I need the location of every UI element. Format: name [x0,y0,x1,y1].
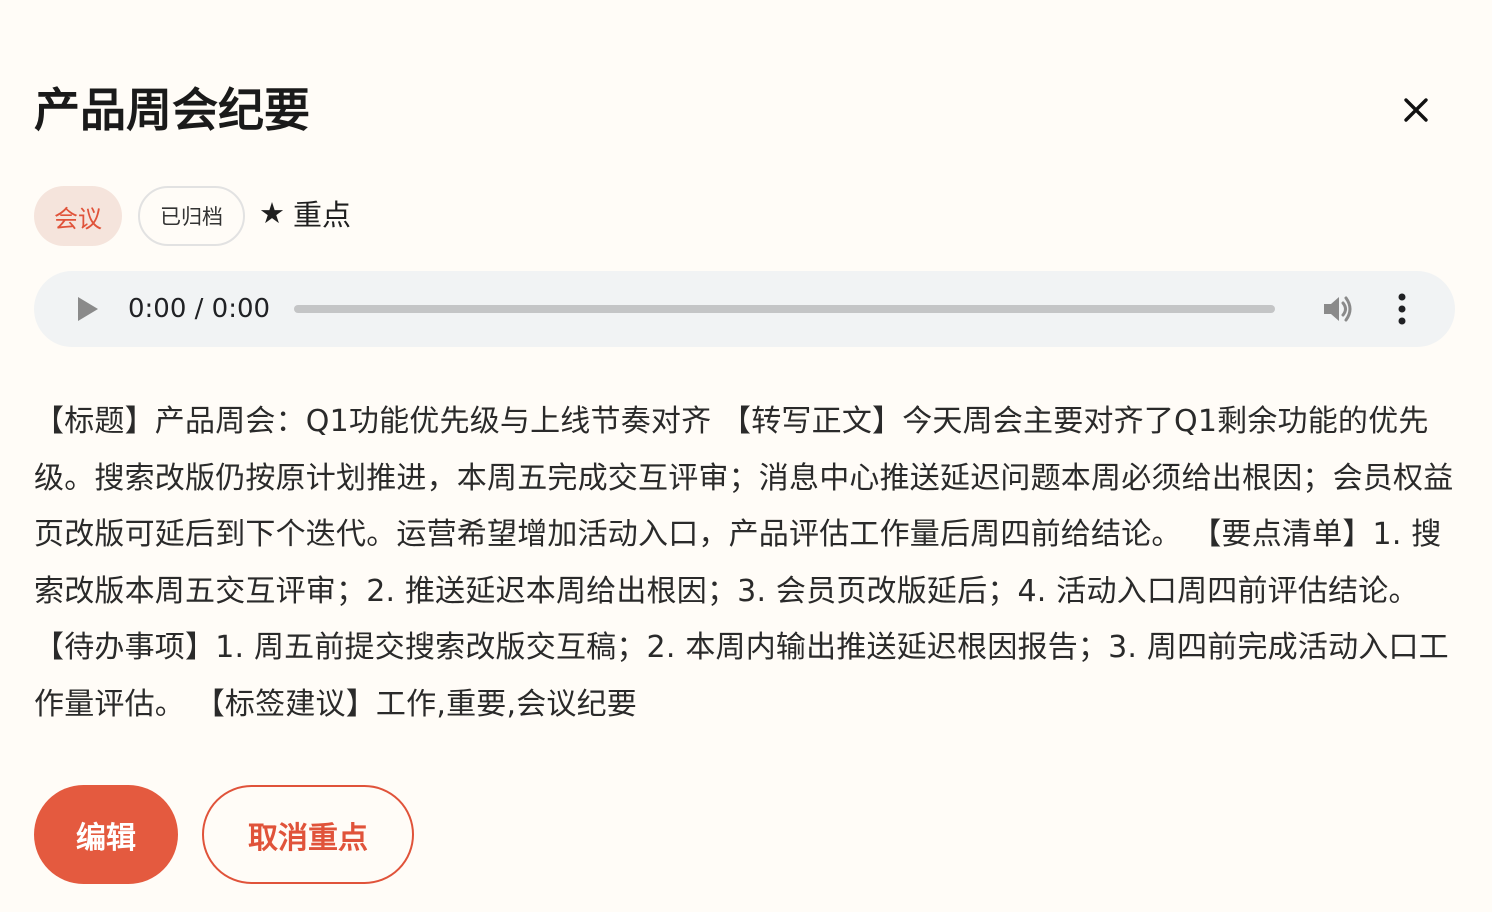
note-detail-dialog: 产品周会纪要 会议 已归档 ★ 重点 0:00 / 0:00 【标题】产品周会：… [0,0,1492,912]
starred-label: 重点 [293,198,352,232]
close-icon [1404,98,1428,122]
note-content: 【标题】产品周会：Q1功能优先级与上线节奏对齐 【转写正文】今天周会主要对齐了Q… [34,404,1454,722]
more-vertical-icon[interactable] [1392,291,1412,327]
starred-indicator: ★ 重点 [259,192,351,234]
category-tag: 会议 [34,186,122,246]
audio-time: 0:00 / 0:00 [128,294,271,324]
action-bar: 编辑 取消重点 [34,785,414,884]
unstar-button[interactable]: 取消重点 [202,785,414,884]
play-icon[interactable] [78,297,98,321]
star-icon: ★ [259,196,285,230]
close-button[interactable] [1398,92,1434,128]
edit-button[interactable]: 编辑 [34,785,178,884]
volume-icon[interactable] [1321,293,1355,325]
audio-progress-track[interactable] [294,305,1275,313]
audio-player[interactable]: 0:00 / 0:00 [34,271,1455,347]
archived-status-tag: 已归档 [138,186,245,246]
dialog-header: 产品周会纪要 [34,78,1456,142]
page-title: 产品周会纪要 [34,83,310,137]
tag-row: 会议 已归档 ★ 重点 [34,185,351,247]
